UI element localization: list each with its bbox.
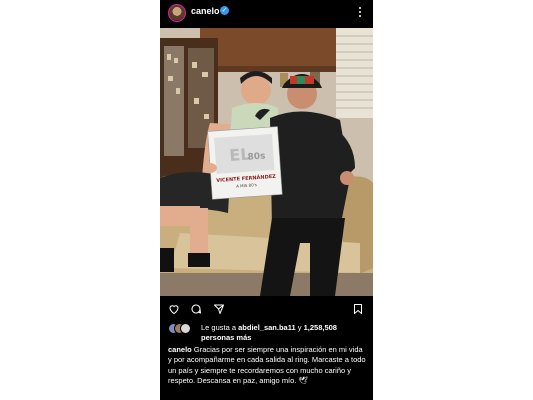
likes-suffix[interactable]: personas más bbox=[201, 333, 251, 342]
post-photo[interactable]: EL 80s VICENTE FERNÁNDEZ A MIS 80's bbox=[160, 28, 373, 296]
post-username[interactable]: canelo bbox=[191, 6, 220, 16]
likes-row: Le gusta a abdiel_san.ba11 y 1,258,508 pe… bbox=[160, 320, 373, 346]
comment-icon[interactable] bbox=[190, 303, 202, 315]
caption-username[interactable]: canelo bbox=[168, 345, 192, 354]
post-caption: canelo Gracias por ser siempre una inspi… bbox=[168, 345, 368, 386]
more-icon[interactable] bbox=[357, 5, 363, 19]
likes-user[interactable]: abdiel_san.ba11 bbox=[238, 323, 296, 332]
likes-text: Le gusta a abdiel_san.ba11 y 1,258,508 pe… bbox=[201, 323, 371, 343]
avatar[interactable] bbox=[168, 4, 186, 22]
likes-count[interactable]: 1,258,508 bbox=[304, 323, 337, 332]
caption-text: Gracias por ser siempre una inspiración … bbox=[168, 345, 366, 385]
liker-avatar bbox=[180, 323, 191, 334]
likes-middle: y bbox=[295, 323, 304, 332]
bookmark-icon[interactable] bbox=[352, 303, 364, 315]
likes-prefix: Le gusta a bbox=[201, 323, 239, 332]
instagram-post: canelo ✓ EL 80s VICENTE FERNÁNDEZ A MIS … bbox=[160, 0, 373, 400]
heart-icon[interactable] bbox=[168, 303, 180, 315]
share-icon[interactable] bbox=[213, 303, 225, 315]
verified-icon: ✓ bbox=[220, 6, 229, 15]
album-caps-right: 80s bbox=[247, 151, 266, 162]
post-header: canelo ✓ bbox=[160, 0, 373, 26]
post-actions bbox=[160, 296, 373, 322]
